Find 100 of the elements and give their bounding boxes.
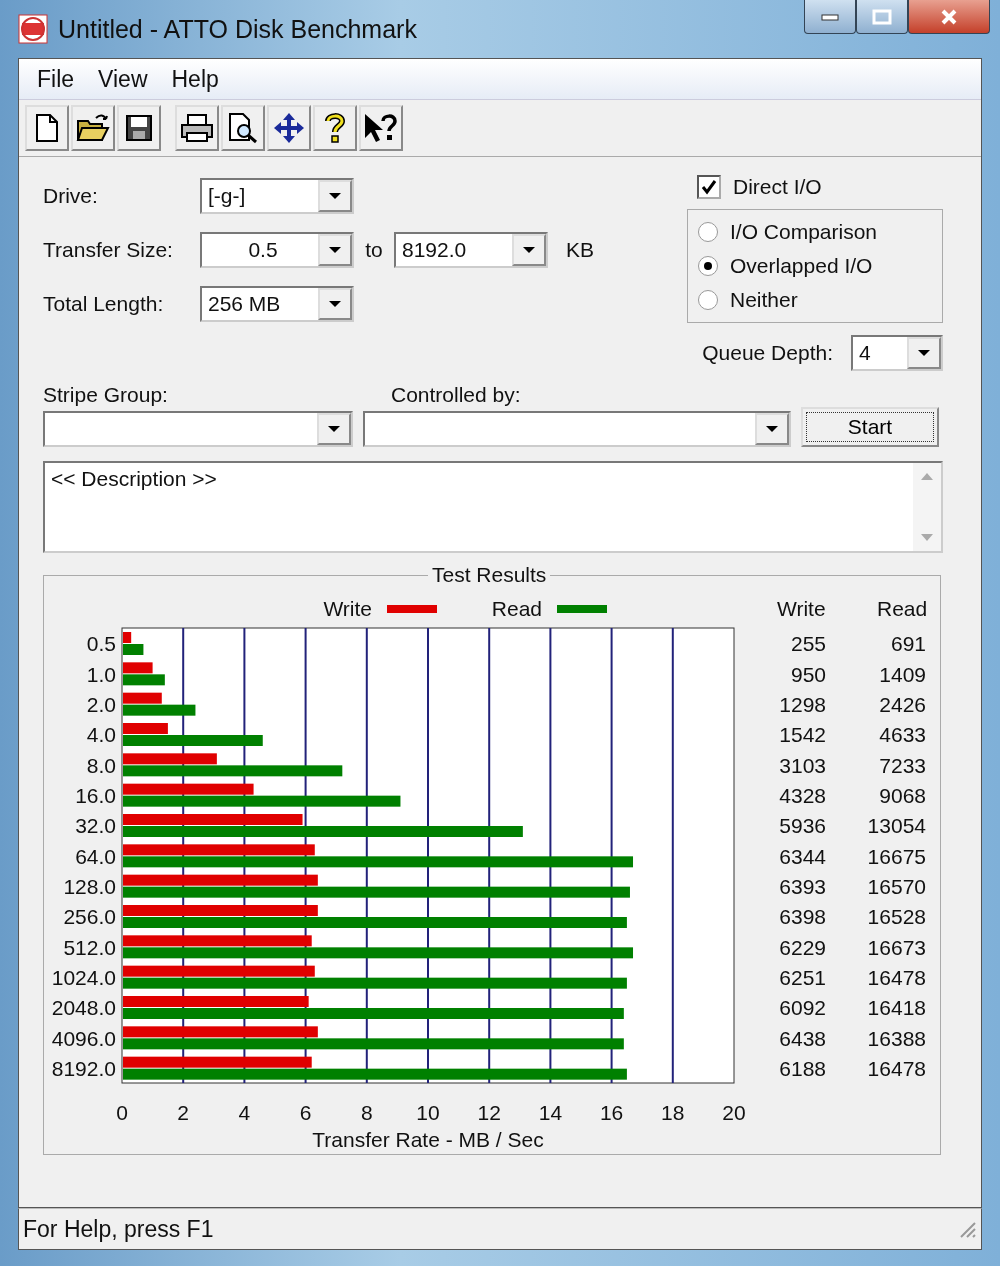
result-value: 5936 (779, 814, 826, 838)
axis-tick-label: 0 (116, 1101, 128, 1124)
toolbar-button[interactable] (359, 105, 403, 151)
toolbar-button[interactable] (267, 105, 311, 151)
description-box[interactable]: << Description >> (43, 461, 943, 553)
caret-icon (327, 425, 341, 433)
category-label: 512.0 (63, 935, 116, 959)
result-value: 255 (790, 632, 826, 656)
maximize-button[interactable] (856, 0, 908, 34)
queue-depth-dropdown[interactable]: 4 (851, 335, 943, 371)
result-value: 16675 (867, 844, 926, 868)
toolbar-button[interactable] (313, 105, 357, 151)
window-title: Untitled - ATTO Disk Benchmark (58, 14, 417, 44)
result-value: 1542 (779, 723, 826, 747)
radio-label: I/O Comparison (730, 220, 878, 244)
write-bar (123, 632, 132, 643)
toolbar-button[interactable] (221, 105, 265, 151)
description-text: << Description >> (50, 466, 218, 492)
result-value: 6393 (779, 874, 826, 898)
category-label: 4.0 (86, 723, 116, 747)
result-value: 691 (890, 632, 926, 656)
status-text: For Help, press F1 (22, 1215, 214, 1243)
page-magnifier-icon (227, 112, 259, 144)
menu-item[interactable]: Help (159, 65, 231, 93)
column-header: Read (877, 597, 928, 620)
axis-tick-label: 10 (416, 1101, 440, 1124)
minimize-button[interactable] (804, 0, 856, 34)
category-label: 4096.0 (51, 1026, 116, 1050)
result-value: 9068 (879, 783, 926, 807)
result-value: 7233 (879, 753, 926, 777)
category-label: 2.0 (86, 692, 116, 716)
toolbar-button[interactable] (25, 105, 69, 151)
category-label: 2048.0 (51, 996, 116, 1020)
unit-label: KB (566, 238, 594, 262)
result-value: 16478 (867, 1056, 926, 1080)
legend-swatch (387, 605, 437, 613)
close-icon (940, 7, 958, 26)
radio-button[interactable] (698, 290, 718, 310)
write-bar (123, 723, 168, 734)
close-button[interactable] (908, 0, 990, 34)
toolbar-button[interactable] (175, 105, 219, 151)
result-value: 16418 (867, 996, 926, 1020)
category-label: 8.0 (86, 753, 116, 777)
result-value: 6398 (779, 905, 826, 929)
to-label: to (364, 238, 384, 262)
result-value: 2426 (879, 692, 926, 716)
transfer-size-to-dropdown[interactable]: 8192.0 (394, 232, 548, 268)
radio-button[interactable] (698, 222, 718, 242)
app-icon (18, 14, 48, 44)
queue-depth-label: Queue Depth: (702, 341, 833, 365)
start-button[interactable]: Start (801, 407, 939, 447)
transfer-size-from-dropdown[interactable]: 0.5 (200, 232, 354, 268)
transfer-size-label: Transfer Size: (43, 238, 174, 262)
direct-io-label: Direct I/O (733, 175, 822, 199)
read-bar (123, 674, 165, 686)
axis-tick-label: 12 (477, 1101, 501, 1124)
controlled-by-dropdown[interactable] (363, 411, 791, 447)
result-value: 6251 (779, 965, 826, 989)
result-value: 1298 (779, 692, 826, 716)
result-value: 13054 (867, 814, 926, 838)
legend-label: Read (491, 597, 542, 620)
axis-title: Transfer Rate - MB / Sec (312, 1128, 544, 1151)
pointer-question-icon (363, 112, 399, 144)
menu-item[interactable]: View (86, 65, 160, 93)
stripe-group-dropdown[interactable] (43, 411, 353, 447)
stripe-group-label: Stripe Group: (43, 383, 169, 407)
radio-label: Overlapped I/O (730, 254, 873, 278)
controlled-by-label: Controlled by: (390, 383, 522, 407)
category-label: 0.5 (86, 632, 116, 656)
result-value: 1409 (879, 662, 926, 686)
read-bar (123, 644, 144, 655)
direct-io-checkbox[interactable] (697, 175, 721, 199)
result-value: 16528 (867, 905, 926, 929)
folder-icon (76, 113, 110, 143)
category-label: 1.0 (86, 662, 116, 686)
axis-tick-label: 8 (360, 1101, 373, 1124)
result-value: 950 (790, 662, 826, 686)
result-value: 6092 (779, 996, 826, 1020)
result-value: 16478 (867, 965, 926, 989)
toolbar-button[interactable] (71, 105, 115, 151)
total-length-label: Total Length: (43, 292, 165, 316)
result-value: 16388 (867, 1026, 926, 1050)
radio-label: Neither (730, 288, 798, 312)
write-bar (123, 662, 153, 674)
toolbar-button[interactable] (117, 105, 161, 151)
question-mark-icon (324, 112, 346, 144)
menu-item[interactable]: File (25, 65, 87, 93)
drive-dropdown[interactable]: [-g-] (200, 178, 354, 214)
category-label: 64.0 (75, 844, 116, 868)
total-length-dropdown[interactable]: 256 MB (200, 286, 354, 322)
maximize-icon (872, 8, 892, 25)
result-value: 4328 (779, 783, 826, 807)
column-header: Write (777, 597, 826, 620)
result-value: 6344 (779, 844, 826, 868)
caret-icon (522, 246, 536, 254)
caret-icon (917, 349, 931, 357)
radio-button[interactable] (698, 256, 718, 276)
category-label: 32.0 (75, 814, 116, 838)
minimize-icon (821, 12, 839, 21)
caret-icon (328, 246, 342, 254)
